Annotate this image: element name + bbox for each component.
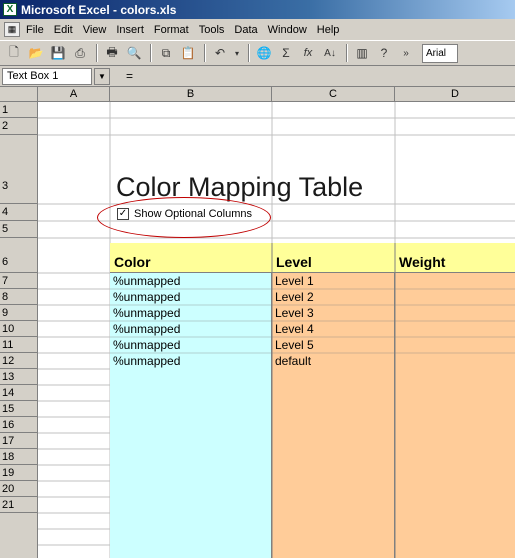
- permission-icon[interactable]: ⎙: [70, 44, 90, 63]
- menu-bar: ▦ File Edit View Insert Format Tools Dat…: [0, 19, 515, 41]
- open-icon[interactable]: 📂: [26, 44, 46, 63]
- name-box[interactable]: Text Box 1: [2, 67, 92, 85]
- level-cell[interactable]: Level 4: [275, 322, 314, 336]
- level-cell[interactable]: Level 1: [275, 274, 314, 288]
- chart-wizard-icon[interactable]: ▥: [352, 44, 372, 63]
- new-icon[interactable]: 🗋: [4, 44, 24, 63]
- undo-dropdown-icon[interactable]: ▾: [232, 44, 242, 63]
- help-icon[interactable]: ?: [374, 44, 394, 63]
- color-cell[interactable]: %unmapped: [113, 322, 180, 336]
- paste-icon[interactable]: 📋: [178, 44, 198, 63]
- row-header-20[interactable]: 20: [0, 481, 38, 497]
- font-name-box[interactable]: Arial: [422, 43, 458, 63]
- row-header-9[interactable]: 9: [0, 305, 38, 321]
- header-color: Color: [114, 254, 151, 270]
- toolbar-separator: [248, 44, 250, 62]
- level-cell[interactable]: Level 3: [275, 306, 314, 320]
- row-header-4[interactable]: 4: [0, 204, 38, 221]
- header-weight: Weight: [399, 254, 446, 270]
- row-header-16[interactable]: 16: [0, 417, 38, 433]
- row-header-5[interactable]: 5: [0, 221, 38, 238]
- column-header-c[interactable]: C: [272, 87, 395, 102]
- level-cell[interactable]: default: [275, 354, 311, 368]
- level-cell[interactable]: Level 5: [275, 338, 314, 352]
- level-cell[interactable]: Level 2: [275, 290, 314, 304]
- toolbar-separator: [96, 44, 98, 62]
- row-header-12[interactable]: 12: [0, 353, 38, 369]
- menu-file[interactable]: File: [26, 24, 44, 36]
- menu-data[interactable]: Data: [234, 24, 257, 36]
- menu-format[interactable]: Format: [154, 24, 189, 36]
- row-header-1[interactable]: 1: [0, 102, 38, 118]
- row-header-3[interactable]: 3: [0, 135, 38, 204]
- row-header-6[interactable]: 6: [0, 238, 38, 273]
- row-header-18[interactable]: 18: [0, 449, 38, 465]
- row-header-8[interactable]: 8: [0, 289, 38, 305]
- toolbar-separator: [346, 44, 348, 62]
- copy-icon[interactable]: ⧉: [156, 44, 176, 63]
- row-header-2[interactable]: 2: [0, 118, 38, 135]
- color-cell[interactable]: %unmapped: [113, 354, 180, 368]
- color-cell[interactable]: %unmapped: [113, 290, 180, 304]
- select-all-corner[interactable]: [0, 87, 38, 102]
- print-icon[interactable]: 🖶: [102, 44, 122, 63]
- menu-window[interactable]: Window: [268, 24, 307, 36]
- menu-insert[interactable]: Insert: [116, 24, 144, 36]
- toolbar-overflow-icon[interactable]: »: [396, 44, 416, 63]
- excel-app-icon: X: [3, 3, 17, 16]
- menu-help[interactable]: Help: [317, 24, 340, 36]
- print-preview-icon[interactable]: 🔍: [124, 44, 144, 63]
- color-cell[interactable]: %unmapped: [113, 306, 180, 320]
- sort-ascending-icon[interactable]: A↓: [320, 44, 340, 63]
- menu-edit[interactable]: Edit: [54, 24, 73, 36]
- menu-view[interactable]: View: [83, 24, 107, 36]
- header-level: Level: [276, 254, 312, 270]
- window-title: Microsoft Excel - colors.xls: [21, 2, 177, 17]
- row-header-14[interactable]: 14: [0, 385, 38, 401]
- column-header-d[interactable]: D: [395, 87, 515, 102]
- column-header-a[interactable]: A: [38, 87, 110, 102]
- save-icon[interactable]: 💾: [48, 44, 68, 63]
- autosum-icon[interactable]: Σ: [276, 44, 296, 63]
- hyperlink-icon[interactable]: 🌐: [254, 44, 274, 63]
- row-header-11[interactable]: 11: [0, 337, 38, 353]
- standard-toolbar: 🗋 📂 💾 ⎙ 🖶 🔍 ⧉ 📋 ↶ ▾ 🌐 Σ fx A↓ ▥ ? » Aria…: [0, 41, 515, 66]
- row-header-7[interactable]: 7: [0, 273, 38, 289]
- row-header-filler: [0, 513, 38, 558]
- color-cell[interactable]: %unmapped: [113, 338, 180, 352]
- formula-bar: Text Box 1 ▼ =: [0, 66, 515, 87]
- row-header-13[interactable]: 13: [0, 369, 38, 385]
- toolbar-separator: [150, 44, 152, 62]
- annotation-ellipse: [97, 197, 271, 238]
- title-bar: X Microsoft Excel - colors.xls: [0, 0, 515, 19]
- color-cell[interactable]: %unmapped: [113, 274, 180, 288]
- menu-tools[interactable]: Tools: [199, 24, 225, 36]
- row-header-15[interactable]: 15: [0, 401, 38, 417]
- row-header-10[interactable]: 10: [0, 321, 38, 337]
- column-header-b[interactable]: B: [110, 87, 272, 102]
- function-icon[interactable]: fx: [298, 44, 318, 63]
- toolbar-separator: [204, 44, 206, 62]
- row-header-17[interactable]: 17: [0, 433, 38, 449]
- name-box-dropdown-icon[interactable]: ▼: [94, 67, 110, 85]
- document-icon[interactable]: ▦: [4, 22, 20, 37]
- undo-icon[interactable]: ↶: [210, 44, 230, 63]
- row-header-19[interactable]: 19: [0, 465, 38, 481]
- row-header-21[interactable]: 21: [0, 497, 38, 513]
- formula-equals-label[interactable]: =: [126, 69, 133, 83]
